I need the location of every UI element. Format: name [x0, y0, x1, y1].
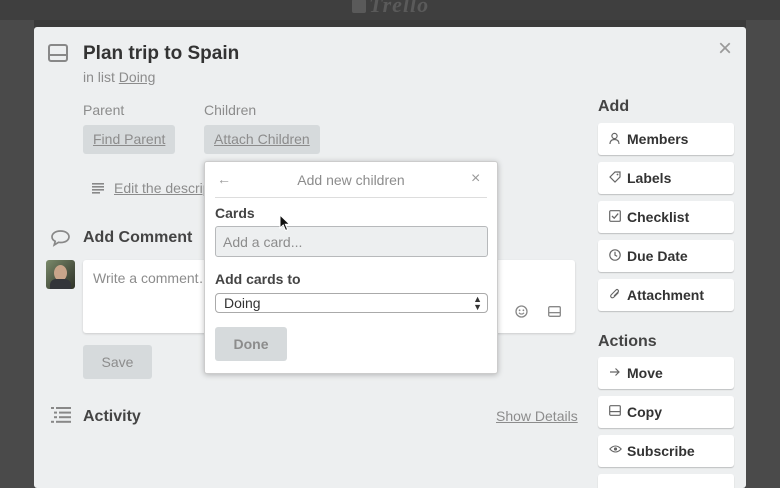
card-detail-window: Plan trip to Spain × in list Doing Paren… [34, 27, 746, 488]
eye-icon [609, 444, 622, 454]
copy-button[interactable]: Copy [598, 396, 734, 428]
card-mention-icon[interactable] [548, 306, 561, 317]
attach-children-button[interactable]: Attach Children [204, 125, 320, 154]
popover-close-icon[interactable]: × [471, 170, 480, 188]
sidebar-next-button[interactable] [598, 474, 734, 488]
tag-icon [609, 171, 621, 183]
attachment-label: Attachment [627, 287, 705, 303]
parent-label: Parent [83, 102, 125, 118]
children-label: Children [204, 102, 257, 118]
avatar[interactable] [46, 260, 75, 289]
labels-label: Labels [627, 170, 672, 186]
show-details-link[interactable]: Show Details [496, 408, 578, 424]
find-parent-button[interactable]: Find Parent [83, 125, 176, 154]
actions-heading: Actions [598, 333, 657, 350]
app-header: Trello [0, 0, 780, 20]
due-date-button[interactable]: Due Date [598, 240, 734, 272]
select-arrows-icon: ▲ ▼ [473, 294, 482, 312]
save-button[interactable]: Save [83, 345, 152, 379]
card-search-input[interactable] [215, 226, 488, 257]
clock-icon [609, 249, 621, 261]
members-label: Members [627, 131, 689, 147]
move-label: Move [627, 365, 663, 381]
board-backdrop-right [746, 20, 780, 488]
paperclip-icon [609, 288, 621, 300]
move-button[interactable]: Move [598, 357, 734, 389]
popover-divider [215, 197, 487, 198]
checklist-button[interactable]: Checklist [598, 201, 734, 233]
add-children-popover: ← Add new children × Cards Add cards to … [204, 161, 498, 374]
list-select[interactable]: Doing ▲ ▼ [215, 293, 488, 313]
board-backdrop-left [0, 20, 34, 488]
popover-title: Add new children [297, 172, 405, 188]
in-list-prefix: in list [83, 69, 115, 85]
due-date-label: Due Date [627, 248, 688, 264]
comment-bubble-icon [50, 229, 71, 247]
description-icon [92, 183, 104, 194]
copy-label: Copy [627, 404, 662, 420]
checkbox-icon [609, 210, 621, 222]
list-link[interactable]: Doing [119, 69, 156, 85]
arrow-right-icon [609, 366, 621, 378]
members-button[interactable]: Members [598, 123, 734, 155]
card-icon [48, 44, 68, 62]
done-button[interactable]: Done [215, 327, 287, 361]
attachment-button[interactable]: Attachment [598, 279, 734, 311]
activity-list-icon [51, 407, 71, 423]
person-icon [609, 132, 620, 145]
card-icon [609, 405, 621, 416]
add-cards-to-label: Add cards to [215, 271, 301, 287]
in-list-info: in list Doing [83, 69, 155, 85]
edit-description-link[interactable]: Edit the description… [114, 180, 204, 196]
mouse-cursor-icon [279, 214, 291, 232]
comment-placeholder: Write a comment… [93, 270, 213, 286]
subscribe-label: Subscribe [627, 443, 695, 459]
subscribe-button[interactable]: Subscribe [598, 435, 734, 467]
add-heading: Add [598, 98, 630, 115]
emoji-icon[interactable] [515, 305, 528, 318]
activity-heading: Activity [83, 408, 141, 425]
checklist-label: Checklist [627, 209, 690, 225]
close-icon[interactable]: × [718, 37, 732, 61]
cards-label: Cards [215, 205, 255, 221]
list-select-value: Doing [224, 295, 261, 311]
add-comment-heading: Add Comment [83, 229, 193, 246]
card-title[interactable]: Plan trip to Spain [83, 43, 239, 65]
trello-logo-icon [352, 0, 366, 13]
app-logo[interactable]: Trello [352, 0, 429, 18]
labels-button[interactable]: Labels [598, 162, 734, 194]
